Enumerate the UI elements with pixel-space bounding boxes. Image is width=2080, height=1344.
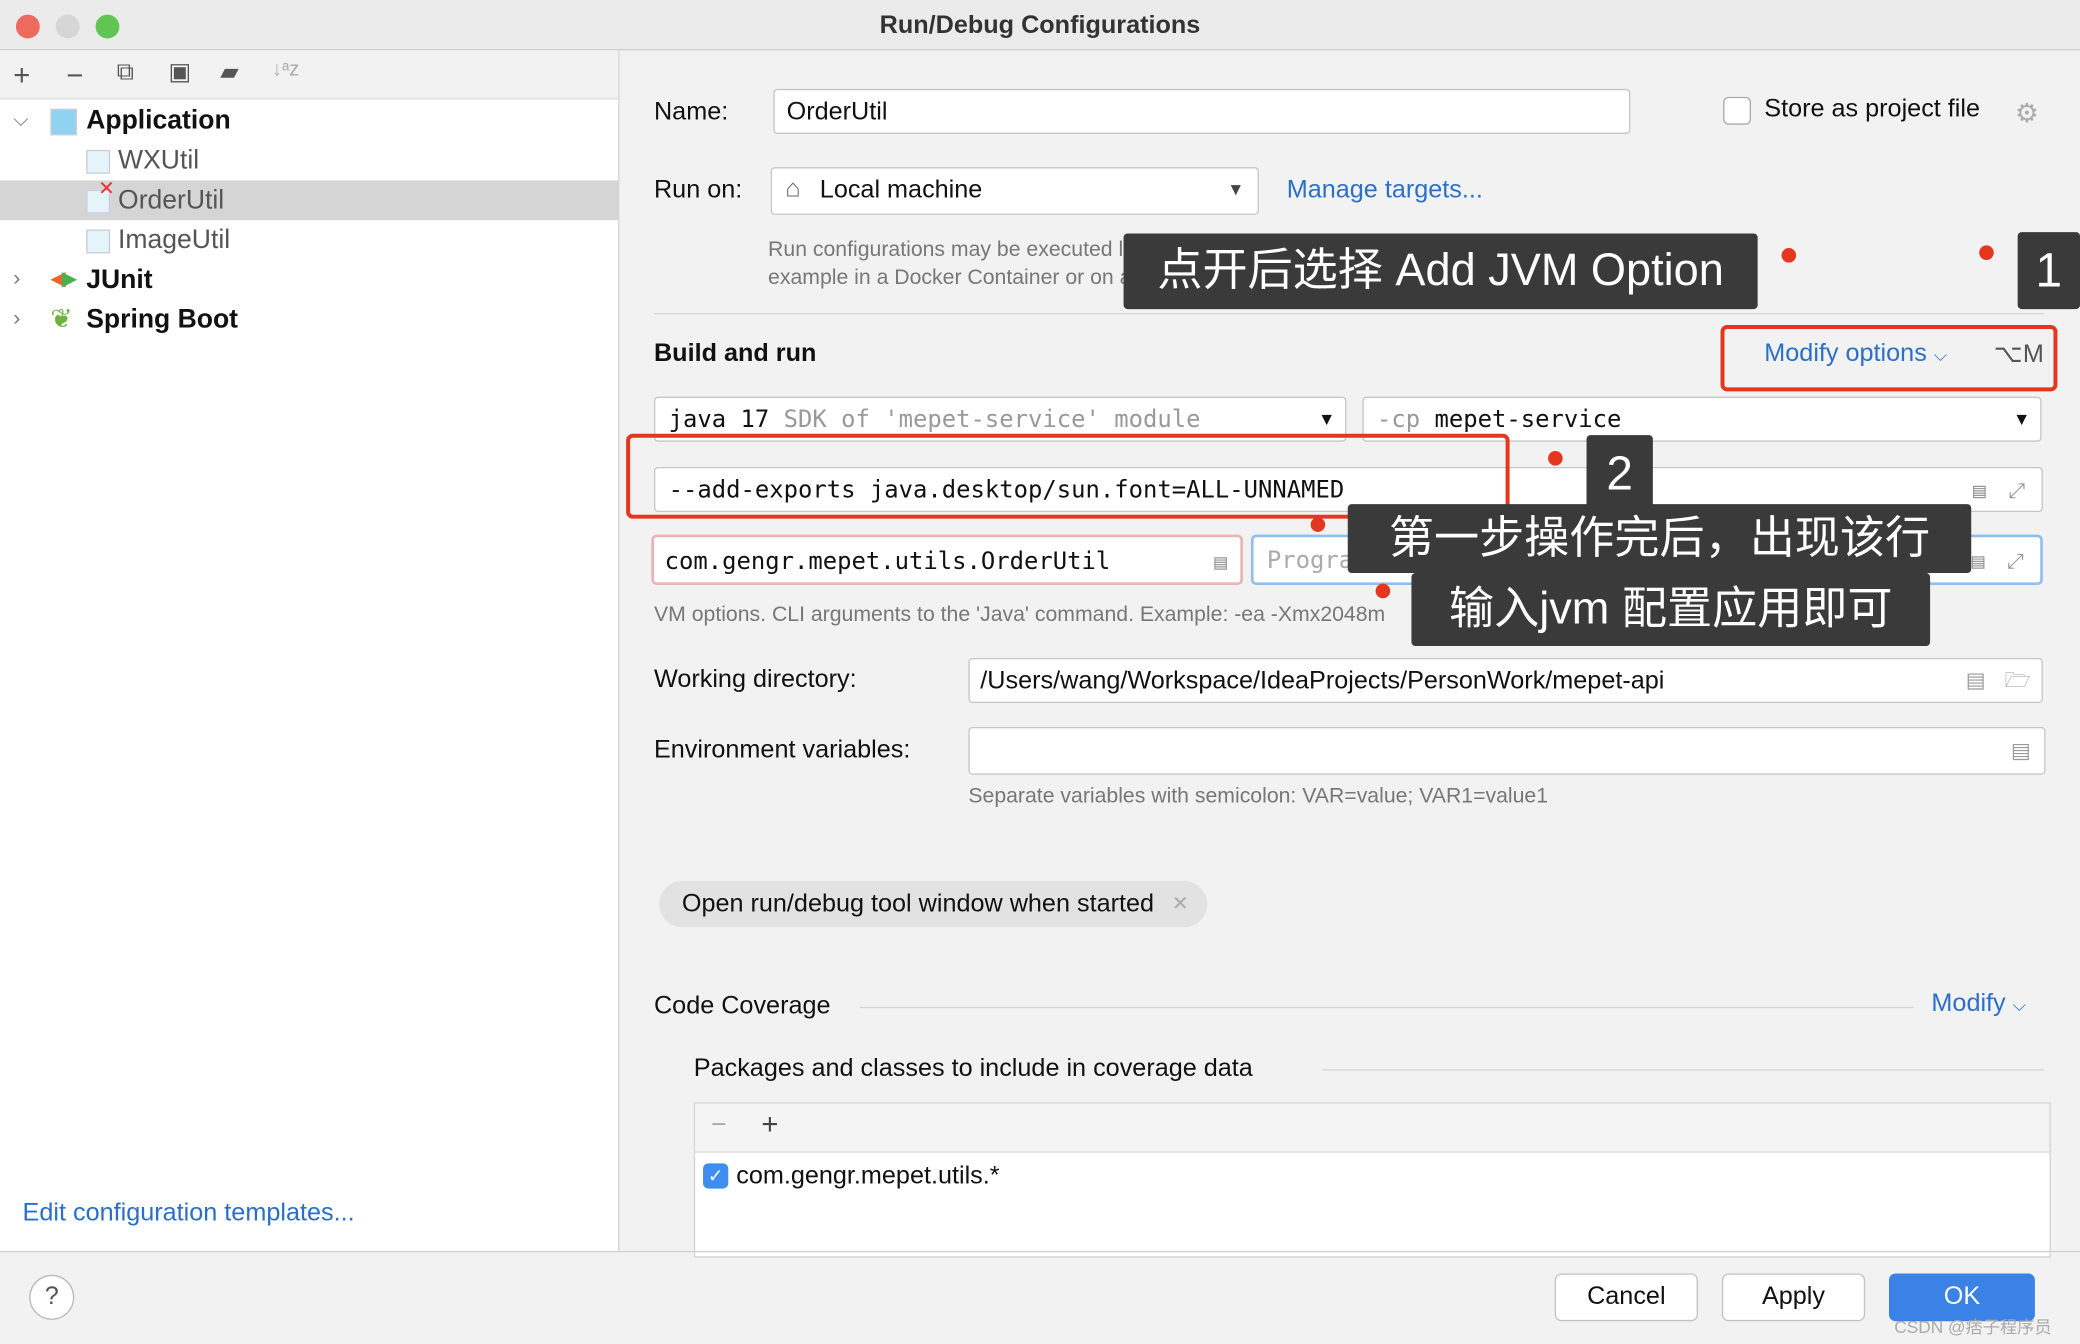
packages-list: − + ✓ com.gengr.mepet.utils.* <box>693 1102 2051 1258</box>
annotation-box-modify <box>1720 324 2058 392</box>
tree-label: Application <box>86 106 231 136</box>
divider <box>0 1250 2080 1253</box>
vm-options-hint: VM options. CLI arguments to the 'Java' … <box>653 603 1386 627</box>
divider <box>859 1006 1915 1009</box>
main-class-input[interactable]: com.gengr.mepet.utils.OrderUtil ▤ <box>651 534 1243 587</box>
tree-label: ImageUtil <box>118 225 231 255</box>
package-item: com.gengr.mepet.utils.* <box>736 1162 1000 1190</box>
tree-item-wxutil[interactable]: WXUtil <box>0 141 618 181</box>
tree-label: Spring Boot <box>86 305 239 335</box>
minus-icon[interactable]: − <box>66 58 83 92</box>
divider <box>1322 1069 2045 1071</box>
annotation-dot <box>1310 517 1326 532</box>
modify-label: Modify <box>1931 989 2006 1018</box>
tree-item-junit[interactable]: › ◀▶ JUnit <box>0 260 618 300</box>
save-icon[interactable]: ▣ <box>168 58 191 86</box>
edit-templates-link[interactable]: Edit configuration templates... <box>23 1199 355 1228</box>
build-run-heading: Build and run <box>653 339 817 368</box>
document-icon[interactable]: ▤ <box>2011 738 2031 765</box>
expand-icon[interactable]: ⤢ <box>2009 468 2026 513</box>
cp-prefix: -cp <box>1376 405 1421 434</box>
sort-icon[interactable]: ↓ᵃz <box>272 58 299 81</box>
title-bar: Run/Debug Configurations <box>0 0 2080 51</box>
tree-label: OrderUtil <box>118 185 225 215</box>
tree-label: WXUtil <box>118 145 200 176</box>
tree-item-imageutil[interactable]: ImageUtil <box>0 220 618 260</box>
expand-icon[interactable]: ⤢ <box>2007 537 2024 585</box>
annotation-dot <box>1375 583 1391 599</box>
chevron-right-icon[interactable]: › <box>13 260 20 300</box>
packages-heading: Packages and classes to include in cover… <box>693 1054 1253 1083</box>
annotation-callout-step1: 点开后选择 Add JVM Option <box>1123 233 1758 310</box>
tree-toolbar: + − ⧉ ▣ ▰ ↓ᵃz <box>0 50 619 100</box>
run-on-label: Run on: <box>653 176 743 205</box>
dropdown-arrow-icon: ▼ <box>1227 179 1245 199</box>
close-icon[interactable]: ✕ <box>1172 881 1189 927</box>
jdk-value: java 17 <box>668 405 770 434</box>
gear-icon[interactable]: ⚙ <box>2015 97 2039 130</box>
coverage-modify-link[interactable]: Modify ⌵ <box>1931 990 2025 1019</box>
annotation-dot <box>1979 245 1994 260</box>
window-title: Run/Debug Configurations <box>879 11 1201 40</box>
tree-item-application[interactable]: ⌵ Application <box>0 101 618 141</box>
divider <box>653 313 2045 315</box>
error-x-icon: ✕ <box>98 177 115 201</box>
env-label: Environment variables: <box>653 736 911 765</box>
annotation-number-2: 2 <box>1586 435 1653 513</box>
tool-window-chip[interactable]: Open run/debug tool window when started … <box>659 880 1208 928</box>
home-icon: ⌂ <box>785 175 801 203</box>
folder-add-icon[interactable]: ▰ <box>220 58 238 86</box>
document-icon[interactable]: ▤ <box>1972 537 1985 585</box>
chevron-right-icon[interactable]: › <box>13 300 20 340</box>
document-icon[interactable]: ▤ <box>1966 659 1986 704</box>
annotation-number-1: 1 <box>2017 232 2080 310</box>
run-debug-dialog: Run/Debug Configurations + − ⧉ ▣ ▰ ↓ᵃz ⌵… <box>0 0 2080 1344</box>
copy-icon[interactable]: ⧉ <box>117 58 134 86</box>
name-label: Name: <box>653 98 729 127</box>
annotation-callout-step2a: 第一步操作完后，出现该行 <box>1347 504 1972 574</box>
chevron-down-icon: ⌵ <box>2012 994 2026 1015</box>
chevron-down-icon[interactable]: ⌵ <box>13 101 28 141</box>
jdk-sub: SDK of 'mepet-service' module <box>783 405 1201 434</box>
cp-value: mepet-service <box>1434 405 1622 434</box>
tree-item-orderutil[interactable]: ✕ OrderUtil <box>0 178 619 221</box>
workdir-input[interactable]: /Users/wang/Workspace/IdeaProjects/Perso… <box>968 657 2043 704</box>
apply-button[interactable]: Apply <box>1721 1273 1866 1322</box>
tree-label: JUnit <box>86 265 153 295</box>
workdir-label: Working directory: <box>653 665 857 694</box>
env-hint: Separate variables with semicolon: VAR=v… <box>968 785 1549 808</box>
store-project-checkbox[interactable] <box>1723 96 1752 125</box>
package-checkbox[interactable]: ✓ <box>703 1163 729 1189</box>
annotation-dot <box>1548 451 1563 466</box>
run-on-value: Local machine <box>819 176 983 205</box>
env-input[interactable]: ▤ <box>968 726 2046 775</box>
watermark: CSDN @痞子程序员 <box>1894 1317 2052 1338</box>
document-icon[interactable]: ▤ <box>1214 537 1227 587</box>
coverage-heading: Code Coverage <box>653 992 831 1021</box>
plus-icon[interactable]: + <box>13 58 30 92</box>
cancel-button[interactable]: Cancel <box>1554 1273 1698 1322</box>
name-input[interactable]: OrderUtil <box>773 88 1631 134</box>
plus-icon[interactable]: + <box>761 1108 778 1142</box>
minus-icon[interactable]: − <box>711 1110 727 1141</box>
application-icon <box>50 108 77 135</box>
class-config-icon <box>86 229 111 253</box>
packages-toolbar: − + <box>695 1103 2050 1153</box>
manage-targets-link[interactable]: Manage targets... <box>1287 176 1483 205</box>
document-icon[interactable]: ▤ <box>1973 468 1986 513</box>
tree-item-spring-boot[interactable]: › ❦ Spring Boot <box>0 300 618 340</box>
chip-label: Open run/debug tool window when started <box>681 890 1155 918</box>
store-project-label: Store as project file <box>1764 95 1981 124</box>
config-tree-panel: + − ⧉ ▣ ▰ ↓ᵃz ⌵ Application WXUtil ✕ Ord… <box>0 50 620 1251</box>
workdir-value: /Users/wang/Workspace/IdeaProjects/Perso… <box>980 667 1665 696</box>
help-button[interactable]: ? <box>29 1274 75 1320</box>
run-on-dropdown[interactable]: ⌂ Local machine ▼ <box>770 167 1259 215</box>
annotation-dot <box>1781 248 1797 263</box>
main-class-value: com.gengr.mepet.utils.OrderUtil <box>664 547 1111 576</box>
spring-boot-icon: ❦ <box>50 305 73 335</box>
folder-open-icon[interactable]: 🗁 <box>2005 659 2031 704</box>
annotation-callout-step2b: 输入jvm 配置应用即可 <box>1411 573 1931 647</box>
dropdown-arrow-icon: ▼ <box>2016 409 2027 430</box>
